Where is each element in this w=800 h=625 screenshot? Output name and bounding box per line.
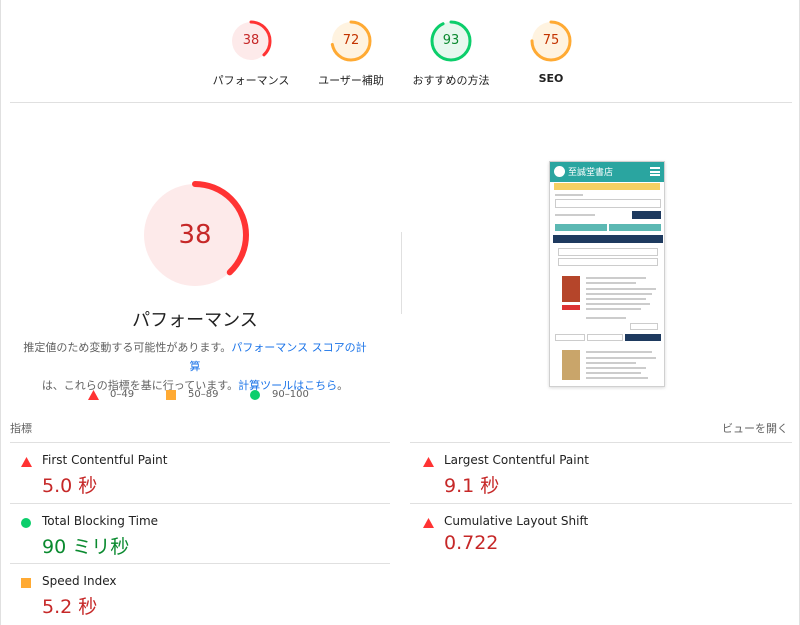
triangle-icon <box>423 518 434 528</box>
gauge-performance[interactable]: 38 パフォーマンス <box>201 18 301 88</box>
gauge-ring: 93 <box>428 18 474 64</box>
thumb-text-line <box>586 367 646 369</box>
legend-label: 50–89 <box>188 389 219 400</box>
thumb-text-line <box>555 214 595 216</box>
category-gauges: 38 パフォーマンス 72 ユーザー補助 93 おすすめの方法 75 SEO <box>0 18 800 98</box>
gauge-ring: 38 <box>228 18 274 64</box>
thumb-text-line <box>586 377 648 379</box>
metric-name: Largest Contentful Paint <box>444 453 589 467</box>
thumb-qty-input <box>630 323 658 330</box>
metric-fcp: First Contentful Paint 5.0 秒 <box>21 453 391 513</box>
gauge-ring: 72 <box>328 18 374 64</box>
thumb-cart-button <box>625 334 661 341</box>
thumb-text-line <box>555 194 583 196</box>
metric-speed-index: Speed Index 5.2 秒 <box>21 574 391 625</box>
square-icon <box>21 578 31 588</box>
gauge-best-practices[interactable]: 93 おすすめの方法 <box>401 18 501 88</box>
metric-name: Speed Index <box>42 574 117 588</box>
gauge-accessibility[interactable]: 72 ユーザー補助 <box>301 18 401 88</box>
gauge-score: 72 <box>342 33 360 48</box>
thumb-search-button <box>632 211 661 219</box>
thumb-button <box>587 334 623 341</box>
thumb-text-line <box>586 298 646 300</box>
metric-name: Cumulative Layout Shift <box>444 514 589 528</box>
thumb-nav-bar <box>554 183 660 190</box>
hamburger-menu-icon <box>650 167 660 176</box>
metrics-divider <box>410 503 792 504</box>
thumb-text-line <box>586 308 641 310</box>
thumb-select <box>555 224 607 231</box>
metrics-divider <box>410 442 792 443</box>
thumb-header: 至誠堂書店 <box>550 162 664 182</box>
desc-text: 。 <box>337 379 349 392</box>
desc-text: 推定値のため変動する可能性があります。 <box>23 341 232 354</box>
thumb-book-cover <box>562 276 580 302</box>
gauge-label: パフォーマンス <box>212 74 290 87</box>
gauge-label: おすすめの方法 <box>412 74 490 87</box>
thumb-text-line <box>586 282 636 284</box>
gauge-seo[interactable]: 75 SEO <box>501 18 601 85</box>
thumb-text-line <box>586 317 626 319</box>
thumb-text-line <box>586 288 656 290</box>
gauge-label: ユーザー補助 <box>318 74 384 87</box>
metrics-divider <box>10 442 390 443</box>
thumb-button <box>558 258 658 266</box>
thumb-text-line <box>586 372 641 374</box>
metric-value: 0.722 <box>444 532 499 554</box>
thumb-text-line <box>586 357 656 359</box>
thumb-text-line <box>586 351 652 353</box>
legend-label: 90–100 <box>272 389 309 400</box>
metric-name: Total Blocking Time <box>42 514 159 528</box>
metrics-divider <box>10 563 390 564</box>
thumb-text-line <box>586 293 652 295</box>
metrics-divider <box>10 503 390 504</box>
triangle-icon <box>88 390 99 400</box>
gauge-score: 75 <box>542 33 560 48</box>
thumb-text-line <box>586 303 650 305</box>
metric-value: 5.0 秒 <box>42 475 98 497</box>
thumb-search-box <box>555 199 661 208</box>
thumb-button <box>555 334 585 341</box>
performance-score-gauge: 38 <box>135 175 255 295</box>
thumb-logo-icon <box>554 166 565 177</box>
metric-name: First Contentful Paint <box>42 453 168 467</box>
performance-score: 38 <box>178 220 212 250</box>
performance-title: パフォーマンス <box>132 310 258 331</box>
metric-value: 5.2 秒 <box>42 596 98 618</box>
square-icon <box>166 390 176 400</box>
thumb-book-cover <box>562 350 580 380</box>
page-screenshot-thumbnail[interactable]: 至誠堂書店 <box>549 161 665 387</box>
triangle-icon <box>21 457 32 467</box>
thumb-button <box>558 248 658 256</box>
vertical-divider <box>401 232 402 314</box>
performance-description: 推定値のため変動する可能性があります。パフォーマンス スコアの計算 は、これらの… <box>20 338 370 395</box>
thumb-site-title: 至誠堂書店 <box>568 168 614 178</box>
metrics-heading: 指標 <box>10 422 32 435</box>
metric-cls: Cumulative Layout Shift 0.722 <box>423 514 793 574</box>
thumb-text-line <box>586 277 646 279</box>
thumb-select <box>609 224 661 231</box>
thumb-section-bar <box>553 235 663 243</box>
expand-view-toggle[interactable]: ビューを開く <box>722 420 788 436</box>
gauge-score: 38 <box>242 33 260 48</box>
gauge-label: SEO <box>538 72 564 85</box>
metric-lcp: Largest Contentful Paint 9.1 秒 <box>423 453 793 513</box>
header-divider <box>10 102 792 103</box>
gauge-ring: 75 <box>528 18 574 64</box>
metric-value: 90 ミリ秒 <box>42 536 130 558</box>
circle-icon <box>250 390 260 400</box>
metric-value: 9.1 秒 <box>444 475 500 497</box>
metric-tbt: Total Blocking Time 90 ミリ秒 <box>21 514 391 574</box>
thumb-badge <box>562 305 580 310</box>
triangle-icon <box>423 457 434 467</box>
thumb-text-line <box>586 362 636 364</box>
circle-icon <box>21 518 31 528</box>
legend-label: 0–49 <box>110 389 135 400</box>
gauge-score: 93 <box>442 33 460 48</box>
